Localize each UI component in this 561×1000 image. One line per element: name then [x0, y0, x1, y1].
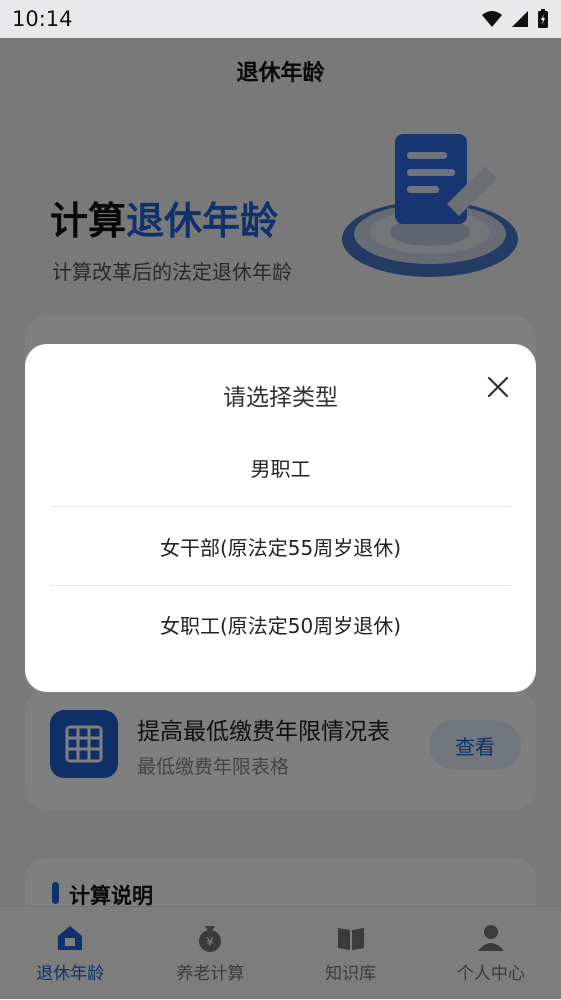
wifi-icon [482, 11, 502, 27]
status-time: 10:14 [12, 7, 73, 31]
status-bar: 10:14 [0, 0, 561, 38]
type-select-dialog: 请选择类型 男职工 女干部(原法定55周岁退休) 女职工(原法定50周岁退休) [25, 344, 536, 692]
option-female-cadre[interactable]: 女干部(原法定55周岁退休) [50, 507, 511, 586]
option-male-worker[interactable]: 男职工 [50, 428, 511, 507]
dialog-title: 请选择类型 [223, 385, 338, 411]
close-icon[interactable] [485, 374, 511, 400]
option-female-worker[interactable]: 女职工(原法定50周岁退休) [50, 585, 511, 663]
status-icons [481, 9, 549, 29]
signal-icon [512, 11, 528, 27]
battery-icon [538, 9, 548, 28]
